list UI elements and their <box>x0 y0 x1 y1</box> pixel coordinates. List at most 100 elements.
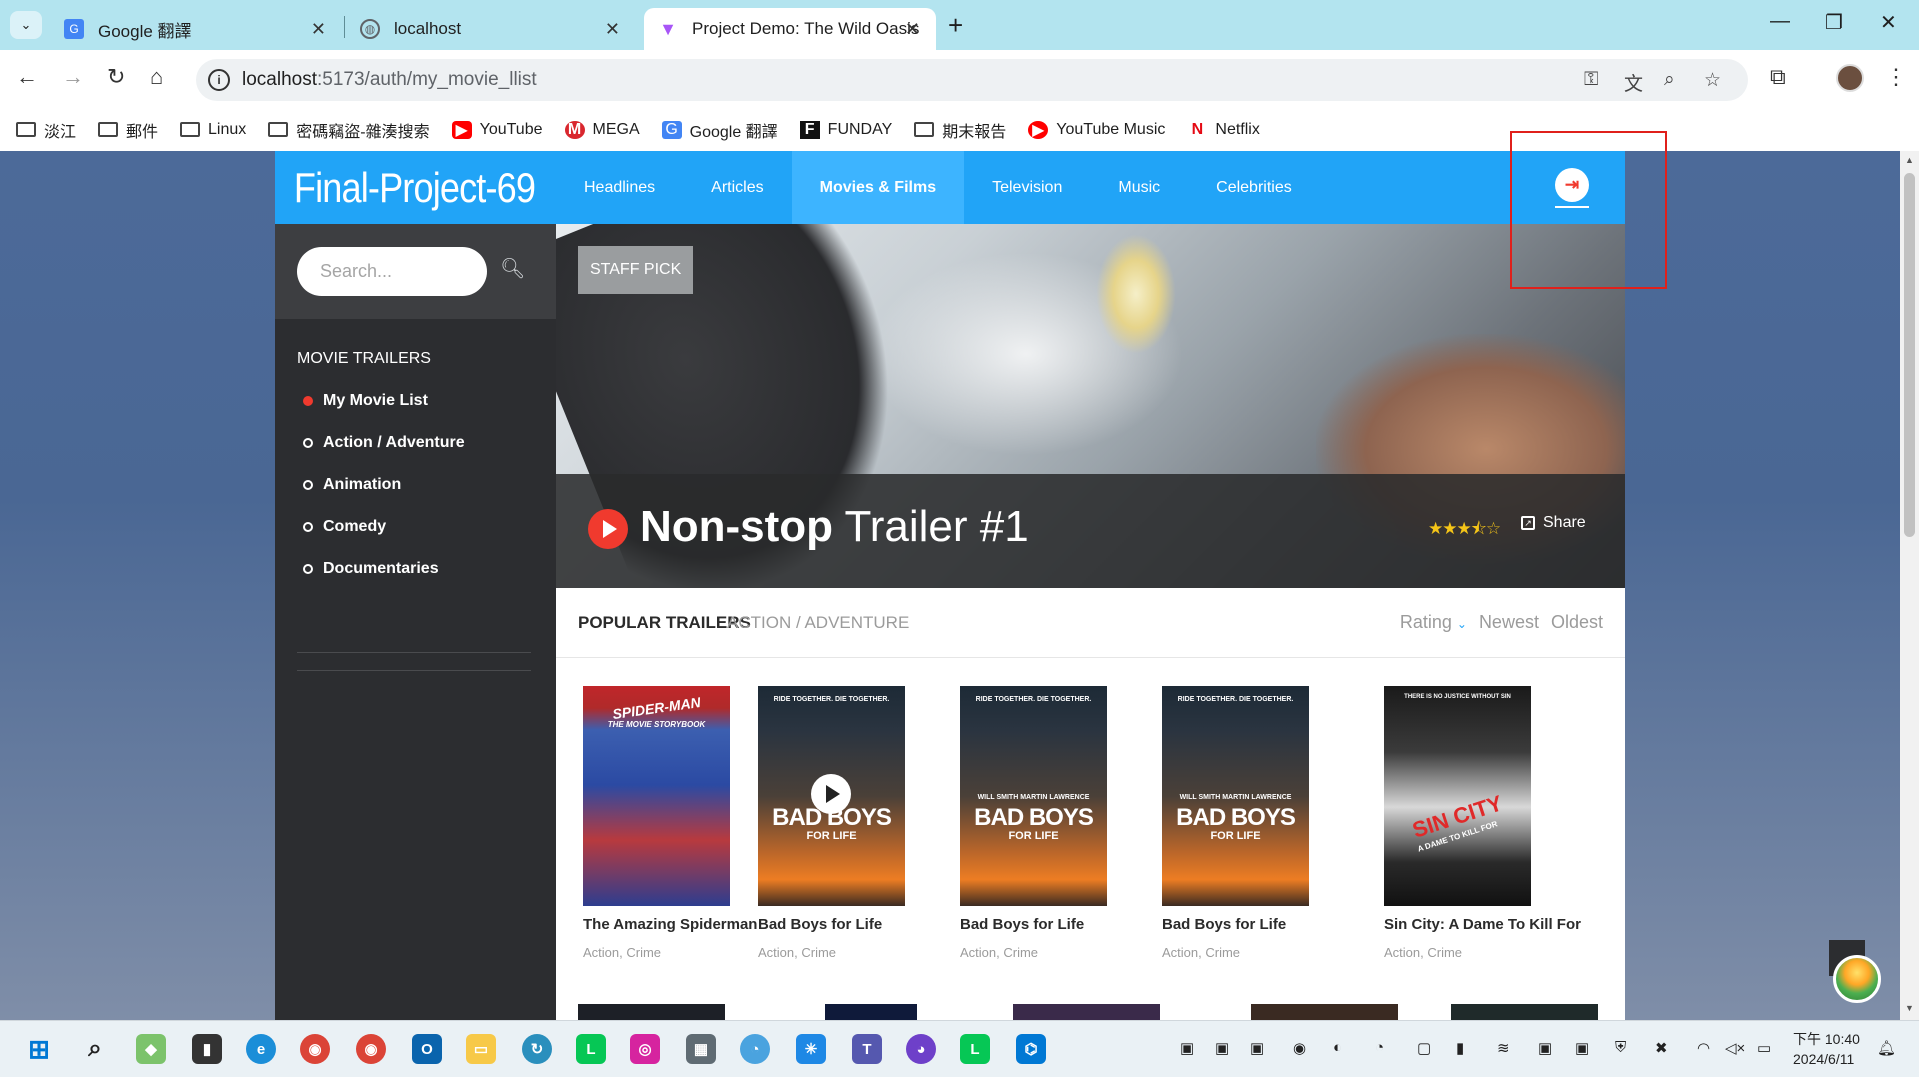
share-button[interactable]: ↗ Share <box>1521 514 1586 532</box>
page-scrollbar[interactable]: ▲ ▼ <box>1900 151 1919 1020</box>
movie-card[interactable]: THERE IS NO JUSTICE WITHOUT SIN SIN CITY… <box>1384 686 1581 960</box>
widgets-icon[interactable]: ◆ <box>136 1034 166 1064</box>
movie-poster-partial[interactable] <box>578 1004 725 1020</box>
nav-celebrities[interactable]: Celebrities <box>1188 151 1320 224</box>
close-icon[interactable]: ✕ <box>605 19 620 40</box>
play-icon[interactable] <box>811 774 851 814</box>
minimize-icon[interactable]: — <box>1770 10 1790 33</box>
windows-start-icon[interactable]: ⊞ <box>24 1034 54 1064</box>
instagram-icon[interactable]: ◎ <box>630 1034 660 1064</box>
calculator-icon[interactable]: ▦ <box>686 1034 716 1064</box>
search-icon[interactable]: ⌕ <box>80 1034 110 1064</box>
bookmark-youtube-music[interactable]: ▶ YouTube Music <box>1028 120 1165 139</box>
nav-television[interactable]: Television <box>964 151 1090 224</box>
movie-poster-partial[interactable] <box>1451 1004 1598 1020</box>
movie-title[interactable]: Bad Boys for Life <box>1162 916 1322 933</box>
search-input[interactable] <box>297 247 487 296</box>
hero-banner[interactable]: STAFF PICK Non-stop Trailer #1 ★★★⯪☆ ↗ Sh… <box>556 224 1625 588</box>
teams-icon[interactable]: T <box>852 1034 882 1064</box>
movie-poster[interactable]: SPIDER-MAN THE MOVIE STORYBOOK <box>583 686 730 906</box>
tab-search-button[interactable]: ⌄ <box>10 11 42 39</box>
tray-line-icon[interactable]: ▢ <box>1417 1039 1431 1057</box>
sidebar-item-animation[interactable]: Animation <box>297 464 537 506</box>
assistant-avatar[interactable] <box>1833 955 1881 1003</box>
bookmark-mail[interactable]: 郵件 <box>98 118 158 142</box>
movie-poster-partial[interactable] <box>1013 1004 1160 1020</box>
movie-poster[interactable]: RIDE TOGETHER. DIE TOGETHER. WILL SMITH … <box>1162 686 1309 906</box>
nav-music[interactable]: Music <box>1090 151 1188 224</box>
bookmark-funday[interactable]: F FUNDAY <box>799 120 892 139</box>
tray-close-icon[interactable]: ✖ <box>1655 1039 1668 1057</box>
tab-project-demo[interactable]: ▼ Project Demo: The Wild Oasis ✕ <box>644 8 936 50</box>
clock[interactable]: 下午 10:40 2024/6/11 <box>1793 1029 1860 1069</box>
movie-poster-partial[interactable] <box>1251 1004 1398 1020</box>
line-icon[interactable]: L <box>960 1034 990 1064</box>
movie-title[interactable]: The Amazing Spiderman <box>583 916 757 933</box>
edge-icon[interactable]: e <box>246 1034 276 1064</box>
volume-mute-icon[interactable]: ◁× <box>1725 1039 1745 1057</box>
sidebar-item-comedy[interactable]: Comedy <box>297 506 537 548</box>
bookmark-password-hash[interactable]: 密碼竊盜-雜湊搜索 <box>268 118 430 142</box>
zoom-icon[interactable]: ⌕ <box>1664 69 1675 91</box>
movie-card[interactable]: SPIDER-MAN THE MOVIE STORYBOOK The Amazi… <box>583 686 757 960</box>
tab-localhost[interactable]: ◍ localhost ✕ <box>346 8 636 50</box>
tray-teams-icon[interactable]: ▣ <box>1180 1039 1194 1057</box>
tray-security-icon[interactable]: ⛨ <box>1615 1039 1626 1056</box>
reload-icon[interactable]: ↻ <box>107 64 125 90</box>
bookmark-star-icon[interactable]: ☆ <box>1704 69 1721 92</box>
bookmark-tamkang[interactable]: 淡江 <box>16 118 76 142</box>
tray-app-icon[interactable]: ▣ <box>1215 1039 1229 1057</box>
nav-movies-films[interactable]: Movies & Films <box>791 151 965 224</box>
password-key-icon[interactable]: ⚿ <box>1584 69 1598 91</box>
movie-card[interactable]: RIDE TOGETHER. DIE TOGETHER. BAD BOYS FO… <box>758 686 918 960</box>
extensions-icon[interactable]: ⧉ <box>1770 64 1786 90</box>
url-text[interactable]: localhost:5173/auth/my_movie_llist <box>242 69 537 91</box>
close-window-icon[interactable]: ✕ <box>1880 10 1897 35</box>
task-view-icon[interactable]: ▮ <box>192 1034 222 1064</box>
vscode-icon[interactable]: ⌬ <box>1016 1034 1046 1064</box>
file-explorer-icon[interactable]: ▭ <box>466 1034 496 1064</box>
tray-onenote-icon[interactable]: ▣ <box>1250 1039 1264 1057</box>
nav-articles[interactable]: Articles <box>683 151 791 224</box>
notification-bell-icon[interactable]: 🔔︎ <box>1877 1039 1896 1057</box>
chrome-icon[interactable]: ◉ <box>300 1034 330 1064</box>
tray-app-icon[interactable]: ▣ <box>1575 1039 1589 1057</box>
movie-poster[interactable]: RIDE TOGETHER. DIE TOGETHER. BAD BOYS FO… <box>758 686 905 906</box>
play-icon[interactable] <box>588 509 628 549</box>
search-icon[interactable]: 🔍︎ <box>500 256 525 281</box>
app-icon[interactable]: ◔ <box>740 1034 770 1064</box>
sort-newest[interactable]: Newest <box>1479 612 1539 633</box>
sidebar-item-action-adventure[interactable]: Action / Adventure <box>297 422 537 464</box>
bookmark-linux[interactable]: Linux <box>180 121 246 139</box>
bookmark-youtube[interactable]: ▶ YouTube <box>451 120 543 139</box>
github-icon[interactable]: ◕ <box>906 1034 936 1064</box>
bookmark-mega[interactable]: M MEGA <box>564 120 640 139</box>
address-bar[interactable]: i localhost:5173/auth/my_movie_llist ⚿ 文… <box>196 59 1748 101</box>
close-icon[interactable]: ✕ <box>905 19 920 40</box>
scrollbar-thumb[interactable] <box>1904 173 1915 537</box>
restore-icon[interactable]: ❐ <box>1825 10 1843 35</box>
forward-icon[interactable]: → <box>62 64 84 90</box>
battery-icon[interactable]: ▭ <box>1757 1039 1771 1057</box>
movie-card[interactable]: RIDE TOGETHER. DIE TOGETHER. WILL SMITH … <box>960 686 1120 960</box>
tray-app-icon[interactable]: ◔ <box>1375 1039 1384 1056</box>
tray-nvidia-icon[interactable]: ▣ <box>1538 1039 1552 1057</box>
bookmark-netflix[interactable]: N Netflix <box>1187 121 1260 139</box>
home-icon[interactable]: ⌂ <box>150 64 163 90</box>
bookmark-google-translate[interactable]: G Google 翻譯 <box>661 118 778 142</box>
tray-audio-icon[interactable]: ≋ <box>1497 1039 1510 1057</box>
bookmark-final-report[interactable]: 期末報告 <box>914 118 1006 142</box>
close-icon[interactable]: ✕ <box>311 19 326 40</box>
movie-poster-partial[interactable] <box>825 1004 917 1020</box>
translate-icon[interactable]: 文 <box>1624 69 1643 96</box>
movie-title[interactable]: Bad Boys for Life <box>960 916 1120 933</box>
back-icon[interactable]: ← <box>16 64 38 90</box>
profile-avatar[interactable] <box>1836 64 1864 92</box>
sort-oldest[interactable]: Oldest <box>1551 612 1603 633</box>
app-icon[interactable]: ↻ <box>522 1034 552 1064</box>
site-info-icon[interactable]: i <box>208 69 230 91</box>
wifi-icon[interactable]: ◠ <box>1697 1039 1710 1057</box>
new-tab-button[interactable]: + <box>948 10 963 41</box>
movie-title[interactable]: Sin City: A Dame To Kill For <box>1384 916 1581 933</box>
tray-app-icon[interactable]: ◐ <box>1333 1039 1342 1056</box>
